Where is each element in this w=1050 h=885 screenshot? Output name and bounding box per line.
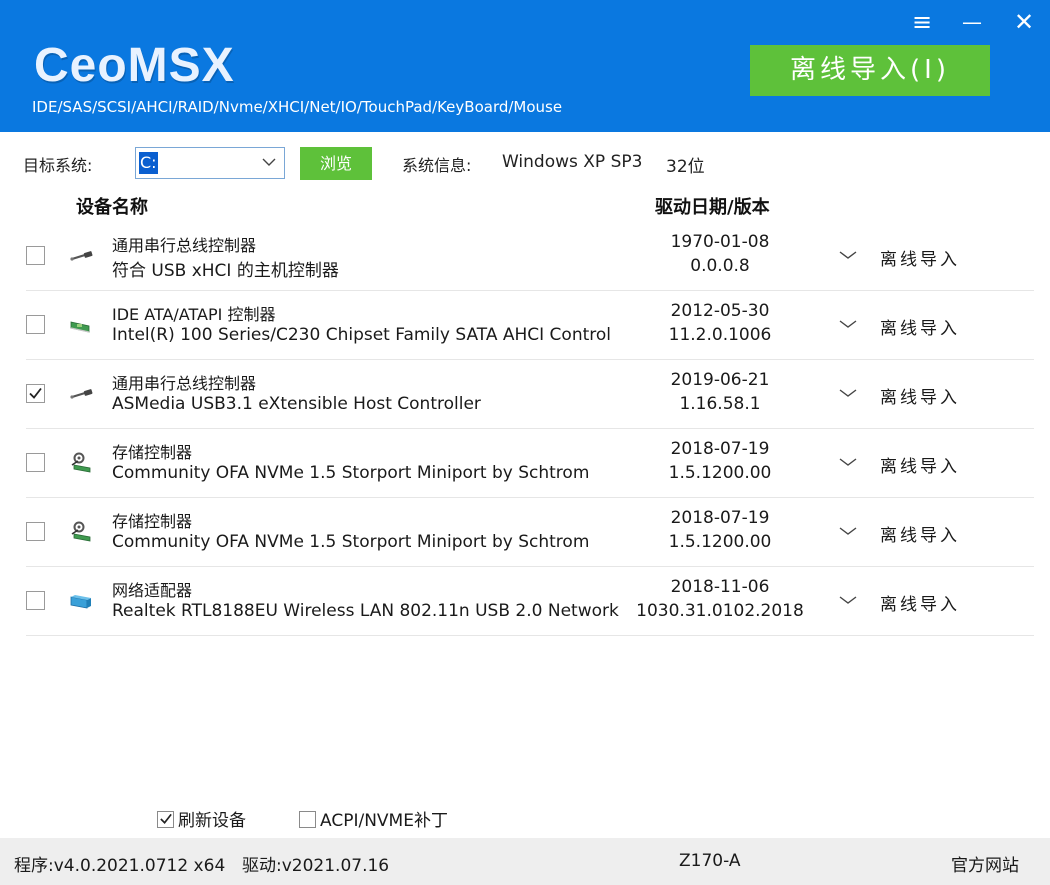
driver-date: 2012-05-30 bbox=[670, 301, 770, 321]
device-name: ASMedia USB3.1 eXtensible Host Controlle… bbox=[112, 394, 481, 414]
row-offline-import-button[interactable]: 离线导入 bbox=[880, 521, 960, 546]
device-category: 网络适配器 bbox=[112, 581, 193, 600]
driver-date: 1970-01-08 bbox=[670, 232, 770, 252]
board-model: Z170-A bbox=[679, 851, 741, 871]
device-category: IDE ATA/ATAPI 控制器 bbox=[112, 305, 276, 324]
device-checkbox[interactable] bbox=[26, 384, 45, 403]
usb-icon bbox=[69, 382, 95, 406]
device-row[interactable]: 存储控制器 Community OFA NVMe 1.5 Storport Min… bbox=[26, 429, 1034, 498]
device-checkbox[interactable] bbox=[26, 591, 45, 610]
storage-controller-icon bbox=[69, 520, 95, 544]
device-name-column-header: 设备名称 bbox=[76, 197, 148, 218]
chevron-down-icon[interactable] bbox=[838, 317, 858, 331]
acpi-patch-checkbox[interactable] bbox=[299, 811, 316, 828]
target-drive-select[interactable]: C: bbox=[135, 147, 285, 179]
device-checkbox[interactable] bbox=[26, 315, 45, 334]
row-offline-import-button[interactable]: 离线导入 bbox=[880, 383, 960, 408]
driver-version-value: 11.2.0.1006 bbox=[668, 325, 772, 345]
ide-controller-icon bbox=[69, 313, 95, 337]
chevron-down-icon bbox=[262, 158, 276, 166]
device-category: 通用串行总线控制器 bbox=[112, 236, 257, 255]
chevron-down-icon[interactable] bbox=[838, 248, 858, 262]
device-row[interactable]: 存储控制器 Community OFA NVMe 1.5 Storport Min… bbox=[26, 498, 1034, 567]
menu-icon[interactable]: ≡ bbox=[908, 8, 936, 36]
driver-version-value: 1030.31.0102.2018 bbox=[636, 601, 804, 621]
target-system-label: 目标系统: bbox=[23, 156, 93, 175]
driver-date: 2018-11-06 bbox=[670, 577, 770, 597]
minimize-icon[interactable]: — bbox=[958, 8, 986, 36]
close-icon[interactable]: ✕ bbox=[1010, 8, 1038, 36]
chevron-down-icon[interactable] bbox=[838, 386, 858, 400]
app-logo: CeoMSX bbox=[34, 39, 235, 92]
device-row[interactable]: 通用串行总线控制器符合 USB xHCI 的主机控制器 1970-01-08 0.0… bbox=[26, 222, 1034, 291]
supported-types-subtitle: IDE/SAS/SCSI/AHCI/RAID/Nvme/XHCI/Net/IO/… bbox=[32, 98, 563, 116]
driver-version-value: 1.5.1200.00 bbox=[668, 463, 772, 483]
device-checkbox[interactable] bbox=[26, 246, 45, 265]
system-info-label: 系统信息: bbox=[402, 156, 472, 175]
chevron-down-icon[interactable] bbox=[838, 524, 858, 538]
driver-version-value: 0.0.0.8 bbox=[690, 256, 750, 276]
chevron-down-icon[interactable] bbox=[838, 455, 858, 469]
driver-date: 2019-06-21 bbox=[670, 370, 770, 390]
device-checkbox[interactable] bbox=[26, 522, 45, 541]
offline-import-button[interactable]: 离线导入(I) bbox=[750, 45, 990, 96]
chevron-down-icon[interactable] bbox=[838, 593, 858, 607]
network-adapter-icon bbox=[69, 589, 95, 613]
refresh-devices-label: 刷新设备 bbox=[178, 811, 246, 831]
device-category: 存储控制器 bbox=[112, 443, 193, 462]
driver-date: 2018-07-19 bbox=[670, 508, 770, 528]
row-offline-import-button[interactable]: 离线导入 bbox=[880, 314, 960, 339]
usb-icon bbox=[69, 244, 95, 268]
acpi-patch-label: ACPI/NVME补丁 bbox=[320, 811, 448, 831]
driver-version-value: 1.16.58.1 bbox=[679, 394, 761, 414]
device-name: Community OFA NVMe 1.5 Storport Miniport… bbox=[112, 463, 590, 483]
system-info-bits: 32位 bbox=[666, 157, 705, 177]
device-category: 存储控制器 bbox=[112, 512, 193, 531]
row-offline-import-button[interactable]: 离线导入 bbox=[880, 452, 960, 477]
official-website-link[interactable]: 官方网站 bbox=[951, 851, 1019, 876]
browse-button[interactable]: 浏览 bbox=[300, 147, 372, 180]
device-row[interactable]: 通用串行总线控制器 ASMedia USB3.1 eXtensible Host … bbox=[26, 360, 1034, 429]
program-version: 程序:v4.0.2021.0712 x64 bbox=[14, 856, 226, 876]
device-row[interactable]: IDE ATA/ATAPI 控制器 Intel(R) 100 Series/C23… bbox=[26, 291, 1034, 360]
driver-version: 驱动:v2021.07.16 bbox=[242, 856, 390, 876]
device-category: 通用串行总线控制器 bbox=[112, 374, 257, 393]
acpi-patch-option[interactable]: ACPI/NVME补丁 bbox=[299, 806, 448, 831]
driver-version-value: 1.5.1200.00 bbox=[668, 532, 772, 552]
device-name: Community OFA NVMe 1.5 Storport Miniport… bbox=[112, 532, 590, 552]
refresh-devices-checkbox[interactable] bbox=[157, 811, 174, 828]
status-bar: 程序:v4.0.2021.0712 x64 驱动:v2021.07.16 Z17… bbox=[0, 838, 1050, 885]
row-offline-import-button[interactable]: 离线导入 bbox=[880, 245, 960, 270]
refresh-devices-option[interactable]: 刷新设备 bbox=[157, 806, 246, 831]
device-name: Realtek RTL8188EU Wireless LAN 802.11n U… bbox=[112, 601, 619, 621]
device-checkbox[interactable] bbox=[26, 453, 45, 472]
device-name: Intel(R) 100 Series/C230 Chipset Family … bbox=[112, 325, 612, 345]
driver-date-version-column-header: 驱动日期/版本 bbox=[655, 197, 770, 218]
target-drive-value: C: bbox=[139, 152, 158, 174]
device-row[interactable]: 网络适配器 Realtek RTL8188EU Wireless LAN 802.… bbox=[26, 567, 1034, 636]
system-info-os: Windows XP SP3 bbox=[502, 152, 643, 172]
storage-controller-icon bbox=[69, 451, 95, 475]
title-bar: CeoMSX IDE/SAS/SCSI/AHCI/RAID/Nvme/XHCI/… bbox=[0, 0, 1050, 132]
row-offline-import-button[interactable]: 离线导入 bbox=[880, 590, 960, 615]
device-name: 符合 USB xHCI 的主机控制器 bbox=[112, 261, 339, 281]
driver-date: 2018-07-19 bbox=[670, 439, 770, 459]
